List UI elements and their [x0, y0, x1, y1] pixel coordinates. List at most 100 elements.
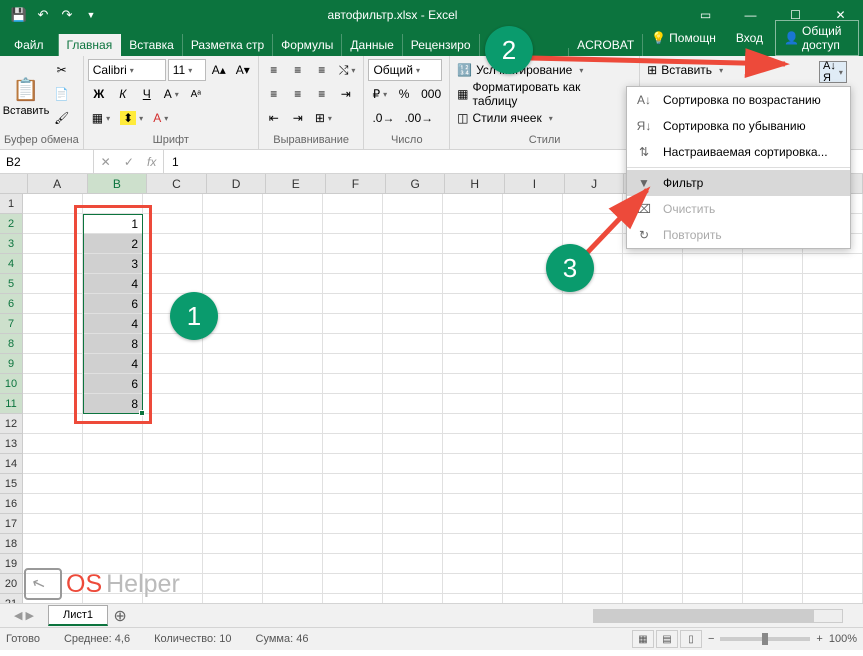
- cell[interactable]: 8: [83, 334, 143, 354]
- page-break-icon[interactable]: ▯: [680, 630, 702, 648]
- cell[interactable]: [803, 574, 863, 594]
- cell[interactable]: [23, 394, 83, 414]
- cell[interactable]: [383, 534, 443, 554]
- cell[interactable]: [563, 514, 623, 534]
- cell[interactable]: [563, 394, 623, 414]
- cell[interactable]: [23, 494, 83, 514]
- cell[interactable]: [683, 474, 743, 494]
- cell[interactable]: [443, 354, 503, 374]
- cell[interactable]: [23, 434, 83, 454]
- cell[interactable]: [683, 554, 743, 574]
- increase-indent-button[interactable]: ⇥: [287, 107, 309, 129]
- cell[interactable]: [383, 254, 443, 274]
- cell[interactable]: [503, 454, 563, 474]
- row-header[interactable]: 6: [0, 294, 23, 314]
- cell[interactable]: [83, 194, 143, 214]
- cell[interactable]: [683, 494, 743, 514]
- row-header[interactable]: 7: [0, 314, 23, 334]
- cell[interactable]: [323, 274, 383, 294]
- selection-handle[interactable]: [139, 410, 145, 416]
- cell[interactable]: [383, 514, 443, 534]
- col-D[interactable]: D: [207, 174, 267, 193]
- cell[interactable]: [443, 494, 503, 514]
- cell[interactable]: [623, 294, 683, 314]
- cell[interactable]: [23, 374, 83, 394]
- col-G[interactable]: G: [386, 174, 446, 193]
- cell[interactable]: [143, 514, 203, 534]
- increase-decimal-button[interactable]: .0→: [368, 107, 398, 129]
- cell[interactable]: [743, 474, 803, 494]
- cell[interactable]: 6: [83, 294, 143, 314]
- cell[interactable]: [263, 434, 323, 454]
- cell[interactable]: [203, 254, 263, 274]
- cell[interactable]: [743, 294, 803, 314]
- cell[interactable]: [803, 454, 863, 474]
- cell[interactable]: [203, 414, 263, 434]
- sort-descending-item[interactable]: Я↓ Сортировка по убыванию: [627, 113, 850, 139]
- cell[interactable]: [443, 274, 503, 294]
- cell[interactable]: [803, 414, 863, 434]
- paste-button[interactable]: 📋 Вставить: [4, 59, 48, 134]
- cell[interactable]: [443, 594, 503, 603]
- sheet-nav[interactable]: ◀ ▶: [0, 609, 48, 622]
- format-painter-button[interactable]: 🖌: [50, 107, 73, 129]
- cell[interactable]: [563, 374, 623, 394]
- cell[interactable]: [23, 254, 83, 274]
- cell[interactable]: [563, 534, 623, 554]
- cell[interactable]: [803, 534, 863, 554]
- cell[interactable]: [563, 194, 623, 214]
- cell[interactable]: [143, 254, 203, 274]
- cell[interactable]: [503, 434, 563, 454]
- cell[interactable]: [503, 554, 563, 574]
- name-box[interactable]: B2: [0, 150, 94, 173]
- cell[interactable]: [623, 454, 683, 474]
- cell[interactable]: [803, 354, 863, 374]
- decrease-font-button[interactable]: A▾: [232, 59, 254, 81]
- cell[interactable]: [383, 294, 443, 314]
- cell[interactable]: [143, 234, 203, 254]
- zoom-level[interactable]: 100%: [829, 633, 857, 645]
- cell[interactable]: [383, 334, 443, 354]
- cell[interactable]: [143, 474, 203, 494]
- cell[interactable]: [263, 494, 323, 514]
- cell[interactable]: [563, 314, 623, 334]
- add-sheet-button[interactable]: ⊕: [108, 606, 132, 626]
- cell[interactable]: [443, 214, 503, 234]
- cell[interactable]: 4: [83, 314, 143, 334]
- cell[interactable]: [203, 454, 263, 474]
- cell[interactable]: [203, 434, 263, 454]
- cell[interactable]: [503, 474, 563, 494]
- cell[interactable]: [203, 374, 263, 394]
- cell[interactable]: [323, 374, 383, 394]
- cell[interactable]: [563, 554, 623, 574]
- cell[interactable]: [83, 534, 143, 554]
- row-header[interactable]: 14: [0, 454, 23, 474]
- number-format-combo[interactable]: Общий▾: [368, 59, 442, 81]
- cell[interactable]: [623, 394, 683, 414]
- cell[interactable]: [263, 554, 323, 574]
- tab-home[interactable]: Главная: [59, 34, 122, 56]
- comma-button[interactable]: 000: [417, 83, 445, 105]
- tab-file[interactable]: Файл: [0, 34, 59, 56]
- cell[interactable]: [683, 394, 743, 414]
- cell[interactable]: [683, 414, 743, 434]
- cell[interactable]: [323, 414, 383, 434]
- cell[interactable]: 3: [83, 254, 143, 274]
- enter-formula-icon[interactable]: ✓: [124, 155, 134, 169]
- cell[interactable]: [23, 194, 83, 214]
- col-C[interactable]: C: [147, 174, 207, 193]
- font-color-button[interactable]: A▾: [149, 107, 172, 129]
- cell[interactable]: [443, 314, 503, 334]
- cell[interactable]: [563, 474, 623, 494]
- cell[interactable]: [383, 274, 443, 294]
- cell[interactable]: [623, 434, 683, 454]
- cell[interactable]: [323, 574, 383, 594]
- cell[interactable]: [323, 214, 383, 234]
- cell[interactable]: [263, 414, 323, 434]
- normal-view-icon[interactable]: ▦: [632, 630, 654, 648]
- save-icon[interactable]: 💾: [8, 4, 30, 26]
- cell[interactable]: [803, 434, 863, 454]
- undo-icon[interactable]: ↶: [32, 4, 54, 26]
- cell[interactable]: [503, 214, 563, 234]
- cell[interactable]: [743, 434, 803, 454]
